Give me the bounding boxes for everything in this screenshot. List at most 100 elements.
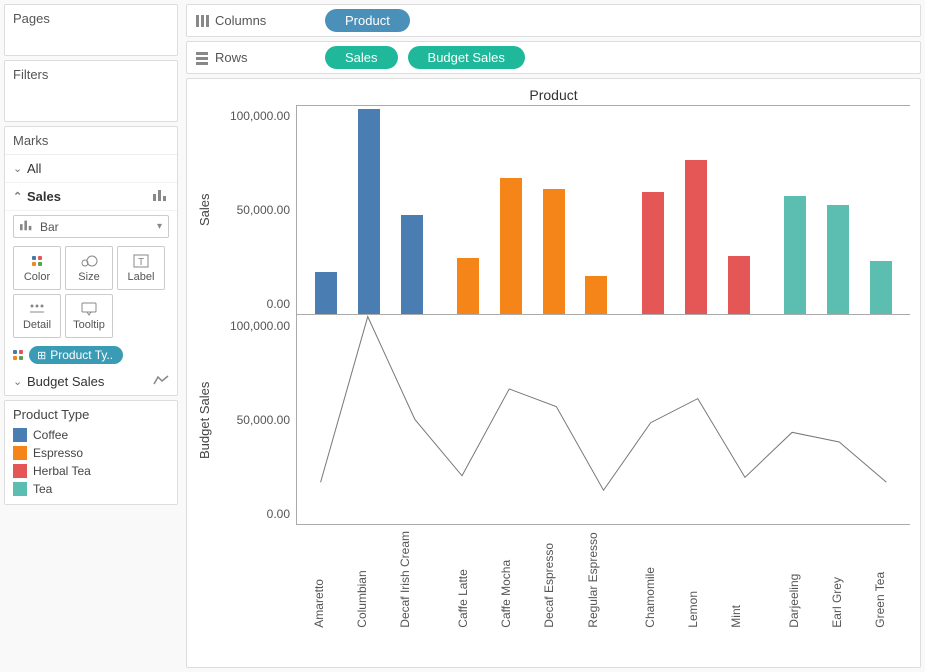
bar-slot (632, 106, 675, 314)
y-tick: 50,000.00 (237, 413, 290, 427)
chart-viewport: Product Sales Budget Sales 100,000.00 50,… (186, 78, 921, 668)
color-dots-icon (13, 350, 23, 360)
bar-slot (305, 106, 348, 314)
bar[interactable] (457, 258, 479, 314)
y-axis-label-budget-sales: Budget Sales (197, 315, 215, 525)
legend-item[interactable]: Tea (13, 480, 169, 498)
label-button[interactable]: T Label (117, 246, 165, 290)
bar-slot (817, 106, 860, 314)
line-chart-icon (153, 374, 169, 389)
x-tick: Decaf Irish Cream (384, 531, 427, 628)
color-shelf-content: ⊞ Product Ty.. (5, 342, 177, 368)
legend-swatch (13, 428, 27, 442)
bar-slot (390, 106, 433, 314)
pill-label: Product Ty.. (50, 348, 113, 362)
pages-shelf[interactable]: Pages (4, 4, 178, 56)
bar[interactable] (870, 261, 892, 314)
bar-slot (675, 106, 718, 314)
tooltip-button[interactable]: Tooltip (65, 294, 113, 338)
y-tick: 100,000.00 (230, 109, 290, 123)
y-tick: 100,000.00 (230, 319, 290, 333)
pages-label: Pages (13, 11, 169, 26)
bar[interactable] (543, 189, 565, 314)
row-pill-sales[interactable]: Sales (325, 46, 398, 69)
detail-button[interactable]: Detail (13, 294, 61, 338)
marks-row-all[interactable]: ⌄ All (5, 155, 177, 183)
detail-icon (29, 301, 45, 317)
marks-row-label: All (27, 161, 169, 176)
main-area: Columns Product Rows Sales Budget Sales … (182, 0, 925, 672)
bar-slot (717, 106, 760, 314)
button-label: Label (128, 271, 155, 283)
bar[interactable] (685, 160, 707, 314)
y-axis-bottom: 100,000.00 50,000.00 0.00 (215, 315, 297, 525)
chart-title: Product (197, 87, 910, 103)
marks-row-label: Budget Sales (27, 374, 153, 389)
bar[interactable] (585, 276, 607, 314)
bar[interactable] (358, 109, 380, 314)
button-label: Color (24, 271, 50, 283)
y-axis-label-sales: Sales (197, 105, 215, 315)
color-dots-icon (32, 253, 42, 269)
bar[interactable] (401, 215, 423, 314)
rows-icon (195, 51, 209, 65)
product-type-pill[interactable]: ⊞ Product Ty.. (29, 346, 123, 364)
x-tick: Caffe Latte (441, 531, 484, 628)
bar[interactable] (315, 272, 337, 314)
tooltip-icon (81, 301, 97, 317)
bar-slot (575, 106, 618, 314)
column-pill-product[interactable]: Product (325, 9, 410, 32)
bar-slot (532, 106, 575, 314)
dropdown-caret-icon: ▾ (157, 221, 162, 232)
marks-row-budget-sales[interactable]: ⌄ Budget Sales (5, 368, 177, 395)
legend-label: Tea (33, 482, 52, 496)
line-plot (297, 315, 910, 525)
color-button[interactable]: Color (13, 246, 61, 290)
button-label: Tooltip (73, 319, 105, 331)
filters-shelf[interactable]: Filters (4, 60, 178, 122)
legend-item[interactable]: Coffee (13, 426, 169, 444)
marks-card: Marks ⌄ All ⌃ Sales Bar ▾ Color (4, 126, 178, 396)
x-tick: Darjeeling (772, 531, 815, 628)
mark-type-label: Bar (40, 220, 59, 234)
legend-label: Espresso (33, 446, 83, 460)
line-series[interactable] (321, 317, 887, 491)
bar-slot (447, 106, 490, 314)
bar-slot (859, 106, 902, 314)
y-tick: 0.00 (267, 507, 290, 521)
rows-shelf[interactable]: Rows Sales Budget Sales (186, 41, 921, 74)
color-legend: Product Type CoffeeEspressoHerbal TeaTea (4, 400, 178, 505)
x-tick: Earl Grey (815, 531, 858, 628)
legend-swatch (13, 446, 27, 460)
marks-label: Marks (5, 127, 177, 155)
plus-icon: ⊞ (37, 349, 46, 362)
legend-swatch (13, 464, 27, 478)
bar-slot (348, 106, 391, 314)
bar[interactable] (827, 205, 849, 314)
legend-item[interactable]: Espresso (13, 444, 169, 462)
legend-item[interactable]: Herbal Tea (13, 462, 169, 480)
marks-row-sales[interactable]: ⌃ Sales (5, 183, 177, 211)
bar[interactable] (784, 196, 806, 314)
x-tick: Columbian (340, 531, 383, 628)
bar-plot (297, 105, 910, 315)
chevron-down-icon: ⌄ (13, 162, 27, 175)
mark-type-dropdown[interactable]: Bar ▾ (13, 215, 169, 238)
y-axis-top: 100,000.0050,000.000.00 (215, 105, 297, 315)
bar-chart-icon (153, 189, 169, 204)
bar[interactable] (728, 256, 750, 314)
size-icon (80, 253, 98, 269)
x-tick: Decaf Espresso (528, 531, 571, 628)
columns-shelf[interactable]: Columns Product (186, 4, 921, 37)
size-button[interactable]: Size (65, 246, 113, 290)
svg-text:T: T (138, 257, 144, 268)
bar[interactable] (500, 178, 522, 314)
x-tick: Chamomile (628, 531, 671, 628)
chevron-up-icon: ⌃ (13, 190, 27, 203)
bar[interactable] (642, 192, 664, 314)
row-pill-budget-sales[interactable]: Budget Sales (408, 46, 525, 69)
button-label: Size (78, 271, 99, 283)
chevron-down-icon: ⌄ (13, 375, 27, 388)
x-tick: Regular Espresso (571, 531, 614, 628)
rows-label: Rows (195, 50, 315, 65)
